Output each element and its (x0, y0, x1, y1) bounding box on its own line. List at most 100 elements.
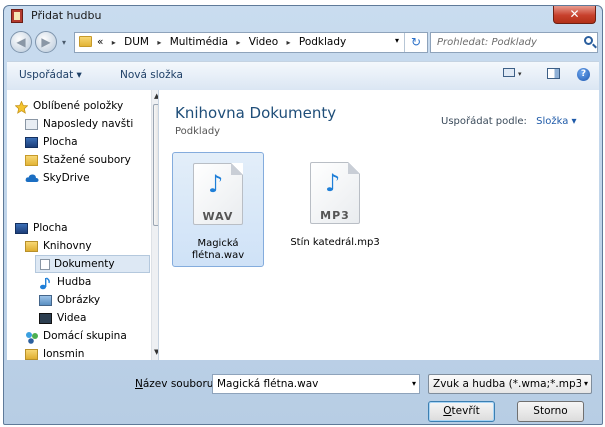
navigation-bar: ◀ ▶ ▾ « ▸ DUM ▸ Multimédia ▸ Video ▸ Pod… (4, 28, 602, 58)
back-button[interactable]: ◀ (10, 31, 32, 53)
breadcrumb-item-video[interactable]: Video (249, 36, 278, 48)
file-type-filter-value: Zvuk a hudba (*.wma;*.mp3;*.w (433, 378, 581, 390)
library-title: Knihovna Dokumenty (175, 104, 337, 122)
sidebar-item-homegroup[interactable]: Domácí skupina (25, 328, 150, 346)
filename-value: Magická flétna.wav (217, 378, 319, 390)
music-note-icon: ♪ (208, 170, 224, 198)
file-extension-label: WAV (202, 210, 234, 223)
cancel-button[interactable]: Storno (517, 401, 584, 422)
help-icon[interactable]: ? (577, 68, 590, 81)
filename-dropdown-icon[interactable]: ▾ (412, 379, 416, 388)
arrange-by-dropdown[interactable]: Složka ▾ (536, 116, 576, 127)
dialog-footer: Název souboru: Magická flétna.wav ▾ Zvuk… (7, 363, 599, 423)
arrange-by: Uspořádat podle: Složka ▾ (441, 116, 577, 127)
file-name-line: Magická (197, 238, 239, 249)
window-title: Přidat hudbu (31, 9, 102, 22)
sidebar-item-skydrive[interactable]: SkyDrive (25, 170, 150, 188)
sidebar-item-label: Plocha (43, 136, 78, 148)
refresh-button[interactable]: ↻ (404, 33, 427, 52)
sidebar-item-desktop[interactable]: Plocha (25, 134, 150, 152)
title-bar: Přidat hudbu ✕ (4, 6, 602, 28)
sidebar-item-recent-places[interactable]: Naposledy navšti (25, 116, 150, 134)
desktop-icon (15, 223, 28, 234)
star-icon (14, 100, 29, 114)
user-folder-icon (25, 349, 38, 360)
sidebar-item-label: Plocha (33, 222, 68, 234)
sidebar-item-label: Oblíbené položky (33, 100, 124, 112)
sidebar-item-pictures[interactable]: Obrázky (39, 292, 150, 310)
sidebar-item-label: Videa (57, 312, 87, 324)
file-list-pane: Knihovna Dokumenty Podklady Uspořádat po… (159, 90, 599, 360)
command-bar: Uspořádat ▾ Nová složka ▾ ? (7, 61, 599, 91)
breadcrumb-item-podklady[interactable]: Podklady (299, 36, 346, 48)
recent-locations-dropdown[interactable]: ▾ (62, 38, 66, 47)
arrange-by-label: Uspořádat podle: (441, 116, 527, 127)
sidebar-item-videos[interactable]: Videa (39, 310, 150, 328)
audio-file-icon: ♪ MP3 (310, 162, 360, 224)
breadcrumb-item-multimedia[interactable]: Multimédia (170, 36, 228, 48)
search-box[interactable]: Prohledat: Podklady (430, 32, 598, 53)
documents-icon (40, 259, 50, 270)
desktop-icon (25, 137, 38, 148)
sidebar-item-label: Dokumenty (54, 258, 115, 270)
forward-button[interactable]: ▶ (35, 31, 57, 53)
file-name: Magická flétna.wav (173, 238, 263, 262)
sidebar-item-music[interactable]: Hudba (39, 274, 150, 292)
search-icon[interactable] (584, 36, 593, 45)
libraries-icon (25, 241, 38, 252)
sidebar-item-label: Ionsmin (43, 348, 85, 360)
breadcrumb-separator-icon[interactable]: ▸ (287, 38, 291, 47)
downloads-icon (25, 155, 38, 166)
filename-label: Název souboru: (135, 378, 217, 390)
new-folder-button[interactable]: Nová složka (120, 69, 183, 81)
preview-pane-icon[interactable] (547, 68, 560, 79)
sidebar-item-libraries[interactable]: Knihovny (25, 238, 150, 256)
audio-file-icon: ♪ WAV (193, 163, 243, 225)
music-note-icon: ♪ (325, 169, 341, 197)
navigation-pane: Oblíbené položky Naposledy navšti Plocha… (7, 90, 159, 360)
app-icon (11, 9, 23, 23)
file-item-mp3[interactable]: ♪ MP3 Stín katedrál.mp3 (282, 152, 388, 267)
filename-label-text: ázev souboru: (142, 378, 217, 390)
filter-dropdown-icon[interactable]: ▾ (584, 379, 588, 388)
file-name: Stín katedrál.mp3 (282, 237, 388, 249)
file-type-filter[interactable]: Zvuk a hudba (*.wma;*.mp3;*.w ▾ (428, 374, 592, 394)
sidebar-item-label: Naposledy navšti (43, 118, 134, 130)
breadcrumb-separator-icon[interactable]: ▸ (236, 38, 240, 47)
sidebar-item-downloads[interactable]: Stažené soubory (25, 152, 150, 170)
sidebar-item-label: Stažené soubory (43, 154, 131, 166)
navigation-pane-scrollbar[interactable]: ▲ ▼ (151, 90, 158, 360)
close-button[interactable]: ✕ (553, 6, 596, 24)
sidebar-item-documents[interactable]: Dokumenty (35, 255, 150, 273)
file-item-wav[interactable]: ♪ WAV Magická flétna.wav (172, 152, 264, 267)
sidebar-item-label: Hudba (57, 276, 92, 288)
breadcrumb-item-dum[interactable]: DUM (124, 36, 149, 48)
folder-icon (79, 36, 92, 47)
file-extension-label: MP3 (320, 209, 350, 222)
homegroup-icon (25, 331, 38, 344)
address-dropdown-icon[interactable]: ▾ (395, 36, 399, 45)
sidebar-item-label: SkyDrive (43, 172, 90, 184)
search-placeholder: Prohledat: Podklady (437, 37, 537, 48)
sidebar-item-desktop-root[interactable]: Plocha (15, 220, 150, 238)
library-subtitle: Podklady (175, 126, 221, 137)
change-view-icon[interactable] (503, 68, 515, 77)
sidebar-item-label: Knihovny (43, 240, 92, 252)
breadcrumb-separator-icon[interactable]: ▸ (157, 38, 161, 47)
address-bar[interactable]: « ▸ DUM ▸ Multimédia ▸ Video ▸ Podklady … (74, 32, 428, 53)
breadcrumb: « ▸ DUM ▸ Multimédia ▸ Video ▸ Podklady (97, 36, 346, 48)
view-options-dropdown-icon[interactable]: ▾ (518, 70, 522, 78)
file-name-line: flétna.wav (191, 250, 245, 261)
music-icon (39, 277, 52, 290)
skydrive-icon (25, 173, 39, 184)
open-button[interactable]: Otevřít (428, 401, 495, 422)
breadcrumb-overflow[interactable]: « (97, 36, 103, 48)
file-name-line: Stín katedrál.mp3 (290, 237, 380, 248)
recent-places-icon (25, 119, 38, 130)
breadcrumb-separator-icon[interactable]: ▸ (112, 38, 116, 47)
filename-field[interactable]: Magická flétna.wav ▾ (212, 374, 420, 394)
sidebar-item-favorites[interactable]: Oblíbené položky (14, 98, 150, 116)
sidebar-item-user-folder[interactable]: Ionsmin (25, 346, 150, 360)
videos-icon (39, 313, 52, 324)
organize-button[interactable]: Uspořádat ▾ (19, 69, 82, 81)
